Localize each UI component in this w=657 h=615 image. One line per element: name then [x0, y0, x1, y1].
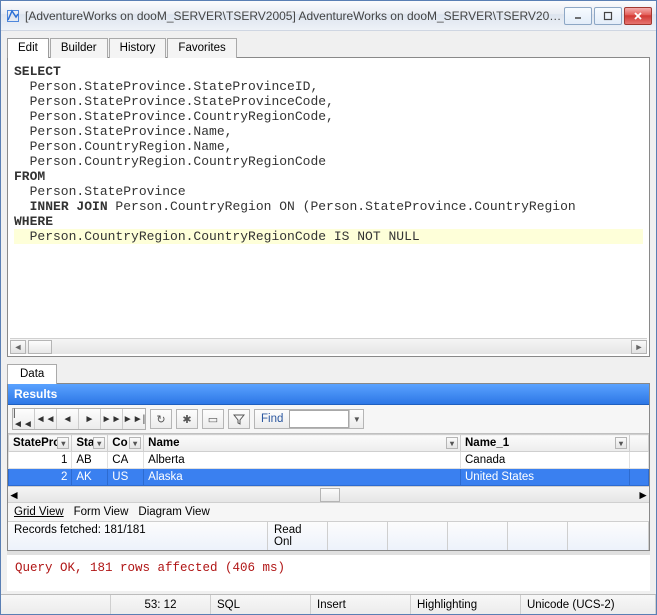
- editor-panel: SELECT Person.StateProvince.StateProvinc…: [7, 57, 650, 357]
- column-filter-icon[interactable]: ▾: [129, 437, 141, 449]
- next-page-button[interactable]: ►►: [101, 409, 123, 429]
- delete-record-button[interactable]: ▭: [202, 409, 224, 429]
- language-label: SQL: [211, 595, 311, 614]
- find-dropdown-icon[interactable]: ▼: [349, 410, 363, 428]
- next-record-button[interactable]: ►: [79, 409, 101, 429]
- encoding-label: Unicode (UCS-2): [521, 595, 656, 614]
- close-button[interactable]: [624, 7, 652, 25]
- maximize-button[interactable]: [594, 7, 622, 25]
- editor-h-scrollbar[interactable]: ◄ ►: [10, 338, 647, 354]
- tab-history[interactable]: History: [109, 38, 167, 58]
- grid-scroll-left-icon[interactable]: ◄: [8, 488, 20, 502]
- results-header: Results: [8, 384, 649, 405]
- column-filter-icon[interactable]: ▾: [446, 437, 458, 449]
- tab-builder[interactable]: Builder: [50, 38, 108, 58]
- window-title: [AdventureWorks on dooM_SERVER\TSERV2005…: [25, 9, 564, 23]
- results-grid[interactable]: StatePro▾Sta▾Co▾Name▾Name_1▾1ABCAAlberta…: [8, 434, 649, 486]
- col-header[interactable]: StatePro▾: [9, 435, 72, 452]
- statusbar: 53: 12 SQL Insert Highlighting Unicode (…: [1, 594, 656, 614]
- minimize-button[interactable]: [564, 7, 592, 25]
- column-filter-icon[interactable]: ▾: [93, 437, 105, 449]
- scroll-thumb[interactable]: [28, 340, 52, 354]
- app-window: [AdventureWorks on dooM_SERVER\TSERV2005…: [0, 0, 657, 615]
- form-view-tab[interactable]: Form View: [74, 506, 129, 518]
- tab-data[interactable]: Data: [7, 364, 57, 384]
- grid-scroll-right-icon[interactable]: ►: [637, 488, 649, 502]
- refresh-button[interactable]: ↻: [150, 409, 172, 429]
- sql-editor[interactable]: SELECT Person.StateProvince.StateProvinc…: [10, 62, 647, 338]
- scroll-left-icon[interactable]: ◄: [10, 340, 26, 354]
- tab-edit[interactable]: Edit: [7, 38, 49, 58]
- grid-view-tab[interactable]: Grid View: [14, 506, 64, 518]
- results-view-tabs: Grid View Form View Diagram View: [8, 502, 649, 521]
- scroll-right-icon[interactable]: ►: [631, 340, 647, 354]
- records-fetched-label: Records fetched: 181/181: [8, 522, 268, 550]
- table-row[interactable]: 1ABCAAlbertaCanada: [9, 452, 649, 469]
- col-header[interactable]: Name_1▾: [461, 435, 630, 452]
- editor-tabs: Edit Builder History Favorites: [7, 37, 650, 57]
- tab-favorites[interactable]: Favorites: [167, 38, 236, 58]
- results-panel: Results |◄◄ ◄◄ ◄ ► ►► ►►| ↻ ✱ ▭ Find ▼: [7, 383, 650, 551]
- grid-scroll-thumb[interactable]: [320, 488, 340, 502]
- cursor-position: 53: 12: [111, 595, 211, 614]
- prev-page-button[interactable]: ◄◄: [35, 409, 57, 429]
- app-icon: [5, 8, 21, 24]
- diagram-view-tab[interactable]: Diagram View: [138, 506, 209, 518]
- readonly-label: Read Onl: [268, 522, 328, 550]
- highlighting-label: Highlighting: [411, 595, 521, 614]
- column-filter-icon[interactable]: ▾: [615, 437, 627, 449]
- table-row[interactable]: 2AKUSAlaskaUnited States: [9, 469, 649, 486]
- results-statusbar: Records fetched: 181/181 Read Onl: [8, 521, 649, 550]
- insert-mode-label: Insert: [311, 595, 411, 614]
- col-header[interactable]: Sta▾: [72, 435, 108, 452]
- prev-record-button[interactable]: ◄: [57, 409, 79, 429]
- results-toolbar: |◄◄ ◄◄ ◄ ► ►► ►►| ↻ ✱ ▭ Find ▼: [8, 405, 649, 434]
- titlebar[interactable]: [AdventureWorks on dooM_SERVER\TSERV2005…: [1, 1, 656, 31]
- find-control: Find ▼: [254, 409, 364, 429]
- first-record-button[interactable]: |◄◄: [13, 409, 35, 429]
- new-record-button[interactable]: ✱: [176, 409, 198, 429]
- find-label: Find: [255, 411, 289, 427]
- col-header[interactable]: Name▾: [144, 435, 461, 452]
- grid-h-scrollbar[interactable]: ◄ ►: [8, 486, 649, 502]
- filter-button[interactable]: [228, 409, 250, 429]
- col-header[interactable]: Co▾: [108, 435, 144, 452]
- message-log[interactable]: Query OK, 181 rows affected (406 ms): [7, 551, 650, 591]
- last-record-button[interactable]: ►►|: [123, 409, 145, 429]
- column-filter-icon[interactable]: ▾: [57, 437, 69, 449]
- find-input[interactable]: [289, 410, 349, 428]
